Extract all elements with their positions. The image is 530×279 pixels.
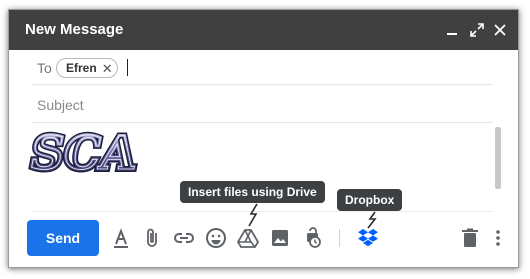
dropbox-tooltip-pointer-icon [367,211,377,229]
confidential-mode-icon[interactable] [300,226,324,250]
to-field[interactable]: To Efren ✕ [31,50,493,85]
to-label: To [37,60,52,76]
recipient-name: Efren [66,61,97,75]
google-drive-icon[interactable] [236,226,260,250]
remove-recipient-icon[interactable]: ✕ [102,62,113,75]
fullscreen-icon[interactable] [467,20,487,40]
minimize-icon[interactable] [442,20,462,40]
compose-title: New Message [25,21,124,38]
drive-tooltip: Insert files using Drive [180,181,325,203]
discard-draft-icon[interactable] [458,226,482,250]
subject-placeholder: Subject [37,97,84,113]
recipient-chip[interactable]: Efren ✕ [56,58,118,78]
drive-tooltip-pointer-icon [248,203,258,227]
body-scrollbar[interactable] [495,127,501,189]
more-options-icon[interactable] [486,226,510,250]
toolbar-divider [339,229,340,247]
compose-titlebar[interactable]: New Message [9,10,518,50]
send-button[interactable]: Send [27,220,99,256]
signature-logo: SCA SCA SCA [28,126,140,178]
subject-field[interactable]: Subject [31,84,493,123]
format-text-icon[interactable] [109,226,133,250]
insert-link-icon[interactable] [172,226,196,250]
close-icon[interactable] [490,20,510,40]
attach-file-icon[interactable] [140,226,164,250]
svg-text:SCA: SCA [31,126,137,178]
dropbox-icon[interactable] [356,226,380,250]
text-cursor [127,59,128,76]
insert-photo-icon[interactable] [268,226,292,250]
insert-emoji-icon[interactable] [204,226,228,250]
compose-window: New Message To Efren ✕ Subject SCA SCA S… [8,9,519,268]
dropbox-tooltip: Dropbox [337,189,403,211]
